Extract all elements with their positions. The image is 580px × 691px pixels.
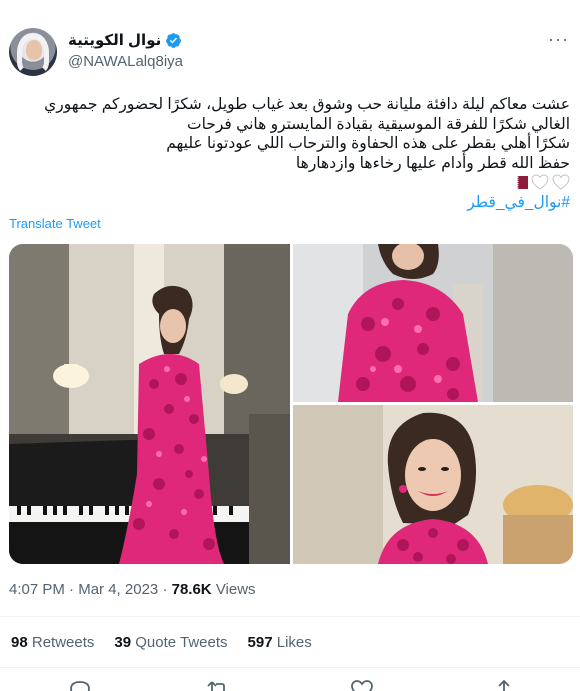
divider bbox=[0, 667, 580, 668]
retweet-icon[interactable] bbox=[206, 678, 230, 691]
likes-label: Likes bbox=[276, 634, 312, 651]
tweet-meta: 4:07 PM · Mar 4, 2023 · 78.6K Views bbox=[9, 581, 256, 598]
divider bbox=[0, 616, 580, 617]
photo-dress-closeup[interactable] bbox=[293, 244, 573, 402]
meta-separator: · bbox=[162, 581, 168, 598]
emoji-row bbox=[512, 174, 570, 190]
verified-badge-icon bbox=[166, 32, 182, 48]
photo-piano-art bbox=[9, 244, 290, 564]
tweet-line: حفظ الله قطر وأدام عليها رخاءها وازدهاره… bbox=[295, 154, 570, 172]
translate-tweet-link[interactable]: Translate Tweet bbox=[9, 216, 101, 231]
photo-portrait[interactable] bbox=[293, 405, 573, 564]
tweet-text: عشت معاكم ليلة دافئة مليانة حب وشوق بعد … bbox=[10, 95, 570, 173]
qatar-flag-emoji bbox=[512, 175, 528, 189]
tweet-line: عشت معاكم ليلة دافئة مليانة حب وشوق بعد … bbox=[44, 96, 570, 113]
hashtag-link[interactable]: #نوال_في_قطر bbox=[467, 193, 570, 212]
share-icon[interactable] bbox=[492, 678, 516, 691]
tweet-line: شكرًا أهلي بقطر على هذه الحفاوة والترحاب… bbox=[166, 135, 570, 152]
display-name[interactable]: نوال الكويتية bbox=[68, 31, 161, 49]
tweet-date[interactable]: Mar 4, 2023 bbox=[78, 581, 158, 598]
handle[interactable]: @NAWALalq8iya bbox=[68, 53, 183, 70]
like-icon[interactable] bbox=[350, 678, 374, 691]
tweet-time[interactable]: 4:07 PM bbox=[9, 581, 65, 598]
photo-dress-closeup-art bbox=[293, 244, 573, 402]
quotes-stat[interactable]: 39 Quote Tweets bbox=[114, 634, 227, 651]
photo-piano[interactable] bbox=[9, 244, 290, 564]
retweets-stat[interactable]: 98 Retweets bbox=[11, 634, 94, 651]
likes-count: 597 bbox=[247, 634, 273, 651]
photo-portrait-art bbox=[293, 405, 573, 564]
avatar[interactable] bbox=[9, 28, 57, 76]
quotes-label: Quote Tweets bbox=[135, 634, 228, 651]
engagement-stats: 98 Retweets 39 Quote Tweets 597 Likes bbox=[11, 634, 312, 651]
meta-separator: · bbox=[69, 581, 75, 598]
reply-icon[interactable] bbox=[68, 678, 92, 691]
tweet-header: نوال الكويتية @NAWALalq8iya ··· bbox=[0, 0, 580, 88]
photo-gallery bbox=[9, 244, 573, 564]
likes-stat[interactable]: 597 Likes bbox=[248, 634, 312, 651]
more-icon[interactable]: ··· bbox=[548, 30, 569, 48]
tweet-line: الغالي شكرًا للفرقة الموسيقية بقيادة الم… bbox=[186, 115, 570, 133]
retweets-count: 98 bbox=[11, 634, 28, 651]
views-label: Views bbox=[215, 581, 256, 598]
white-heart-emoji bbox=[531, 174, 549, 190]
retweets-label: Retweets bbox=[31, 634, 95, 651]
quotes-count: 39 bbox=[114, 634, 132, 651]
white-heart-emoji bbox=[552, 174, 570, 190]
action-bar bbox=[0, 678, 580, 691]
views-count: 78.6K bbox=[171, 581, 212, 598]
avatar-face bbox=[26, 40, 42, 60]
name-row[interactable]: نوال الكويتية bbox=[68, 31, 182, 49]
